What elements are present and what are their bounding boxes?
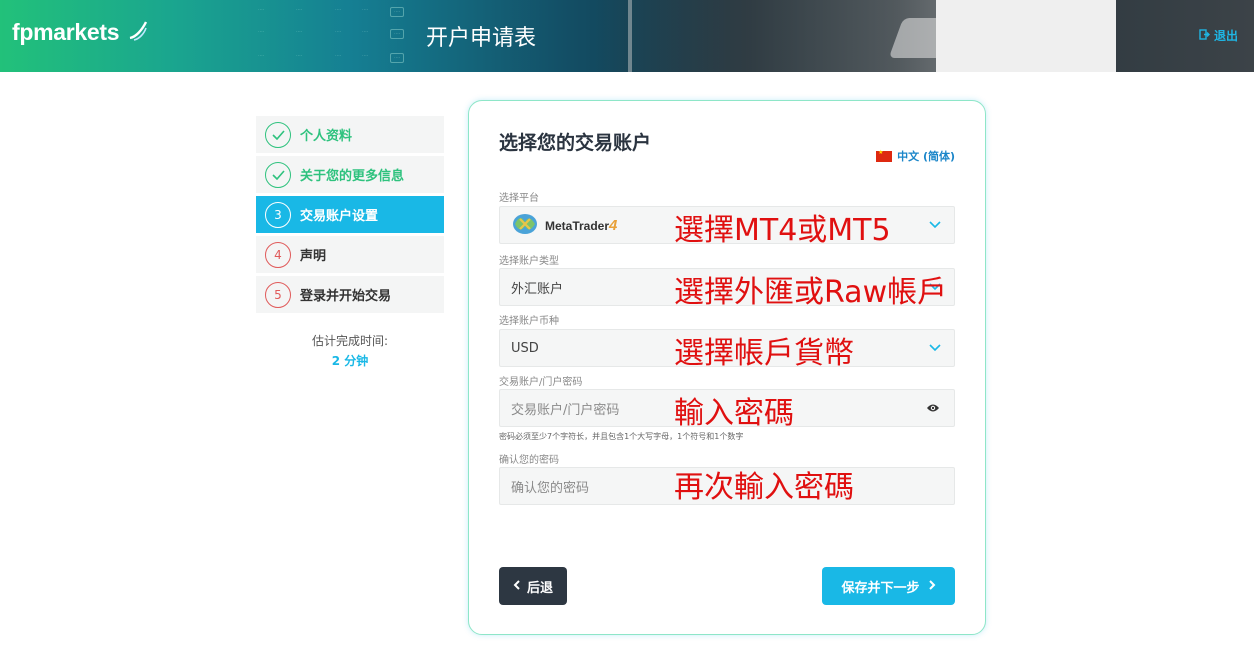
step-account-setup[interactable]: 3 交易账户设置 (256, 196, 444, 233)
eye-icon[interactable] (926, 402, 940, 414)
confirm-password-input[interactable]: 确认您的密码 再次輸入密碼 (499, 467, 955, 505)
step-number: 4 (265, 241, 291, 268)
save-next-button[interactable]: 保存并下一步 (822, 567, 955, 605)
chevron-down-icon (928, 279, 942, 293)
step-more-info[interactable]: 关于您的更多信息 (256, 156, 444, 193)
password-hint: 密码必须至少7个字符长，并且包含1个大写字母，1个符号和1个数字 (499, 432, 744, 441)
progress-steps: 个人资料 关于您的更多信息 3 交易账户设置 4 声明 5 登录并开始交易 (256, 116, 444, 316)
account-type-label: 选择账户类型 (499, 256, 559, 267)
logout-button[interactable]: 退出 (1199, 27, 1238, 44)
eta-value: 2 分钟 (331, 354, 369, 368)
platform-select[interactable]: MetaTrader4 選擇MT4或MT5 (499, 206, 955, 248)
step-personal-info[interactable]: 个人资料 (256, 116, 444, 153)
platform-label: 选择平台 (499, 193, 539, 204)
account-form-card: 选择您的交易账户 中文 (简体) 选择平台 MetaTrader4 選擇MT4或… (468, 100, 986, 635)
step-label: 交易账户设置 (300, 209, 379, 224)
form-title: 选择您的交易账户 (499, 132, 652, 154)
check-icon (265, 161, 291, 188)
back-button[interactable]: 后退 (499, 567, 567, 605)
chevron-down-icon (928, 340, 942, 354)
platform-value: MetaTrader4 (511, 210, 617, 240)
header-photo (596, 0, 1116, 72)
step-label: 关于您的更多信息 (300, 169, 405, 184)
brand-name: fpmarkets (12, 19, 120, 45)
logout-icon (1199, 28, 1210, 43)
chevron-right-icon (928, 579, 936, 594)
step-number: 5 (265, 281, 291, 308)
header-bar: ···· ···· ···· ···· ···· ···· ···· ···· ···· ···… (0, 0, 1254, 72)
platform-name: MetaTrader (545, 218, 610, 233)
logout-label: 退出 (1213, 29, 1238, 43)
brand-swoosh-icon (127, 20, 149, 46)
annotation-platform: 選擇MT4或MT5 (674, 213, 891, 248)
confirm-password-placeholder: 确认您的密码 (511, 480, 590, 496)
step-label: 个人资料 (300, 129, 353, 144)
currency-select[interactable]: USD 選擇帳戶貨幣 (499, 329, 955, 371)
account-type-select[interactable]: 外汇账户 選擇外匯或Raw帳戶 (499, 268, 955, 310)
confirm-password-label: 确认您的密码 (499, 455, 559, 466)
step-declaration[interactable]: 4 声明 (256, 236, 444, 273)
language-selector[interactable]: 中文 (简体) (876, 148, 955, 164)
annotation-confirm-password: 再次輸入密碼 (674, 470, 854, 505)
password-input[interactable]: 交易账户/门户密码 輸入密碼 (499, 389, 955, 431)
password-placeholder: 交易账户/门户密码 (511, 402, 620, 418)
step-number: 3 (265, 201, 291, 228)
step-label: 声明 (300, 249, 327, 264)
annotation-account-type: 選擇外匯或Raw帳戶 (674, 275, 948, 310)
page-title: 开户申请表 (426, 26, 537, 51)
platform-version: 4 (609, 216, 618, 234)
language-label: 中文 (简体) (897, 150, 955, 163)
currency-value: USD (511, 340, 539, 356)
metatrader-logo-icon (511, 210, 539, 240)
annotation-password: 輸入密碼 (674, 396, 794, 431)
estimated-time: 估计完成时间: 2 分钟 (256, 332, 444, 369)
chevron-left-icon (513, 579, 521, 594)
china-flag-icon (876, 149, 893, 162)
step-login-trade[interactable]: 5 登录并开始交易 (256, 276, 444, 313)
eta-label: 估计完成时间: (311, 334, 389, 348)
currency-label: 选择账户币种 (499, 316, 559, 327)
account-type-value: 外汇账户 (511, 281, 564, 297)
back-label: 后退 (526, 580, 553, 596)
next-label: 保存并下一步 (841, 580, 920, 596)
check-icon (265, 121, 291, 148)
brand-logo[interactable]: fpmarkets (12, 19, 149, 46)
step-label: 登录并开始交易 (300, 289, 392, 304)
chevron-down-icon (928, 217, 942, 231)
annotation-currency: 選擇帳戶貨幣 (674, 336, 854, 371)
password-label: 交易账户/门户密码 (499, 377, 583, 388)
